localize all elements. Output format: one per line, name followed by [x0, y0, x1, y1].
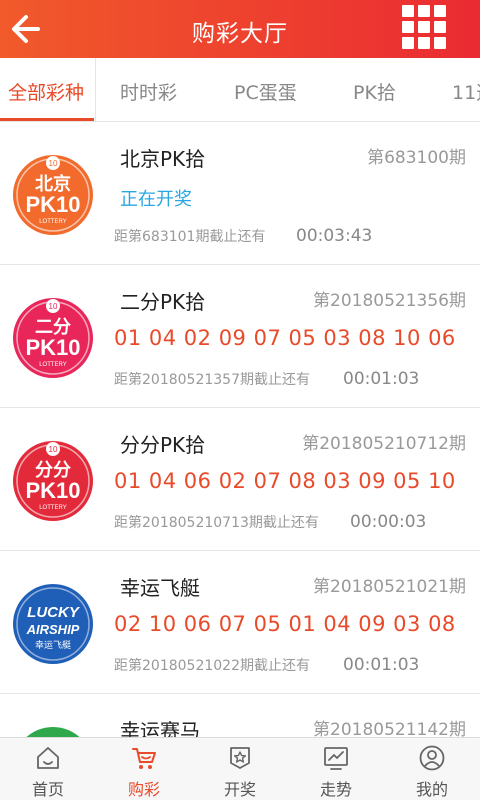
issue-number: 第20180521356期: [313, 291, 466, 311]
logo-sub-text: 幸运飞艇: [35, 639, 71, 651]
lottery-name: 幸运飞艇: [120, 576, 200, 600]
lottery-name: 幸运赛马: [120, 719, 200, 737]
lottery-name: 北京PK拾: [120, 147, 206, 171]
tab-11x5[interactable]: 11选: [452, 78, 480, 105]
2min-pk10-logo: 10 二分 PK10 LOTTERY: [12, 297, 94, 379]
countdown-time: 00:00:03: [350, 512, 427, 532]
countdown-label: 距第201805210713期截止还有: [114, 515, 319, 531]
draw-status: 正在开奖: [120, 189, 192, 210]
active-tab-indicator: [0, 118, 94, 121]
issue-number: 第20180521021期: [313, 577, 466, 597]
logo-badge: 10: [49, 302, 58, 311]
issue-number: 第20180521142期: [313, 720, 466, 737]
nav-profile[interactable]: 我的: [384, 738, 480, 800]
nav-results[interactable]: 开奖: [192, 738, 288, 800]
bottom-navigation: 首页 购彩 开奖 走势 我的: [0, 737, 480, 800]
tab-pk10[interactable]: PK拾: [353, 78, 396, 105]
draw-numbers: 01 04 06 02 07 08 03 09 05 10: [114, 469, 456, 493]
list-item-2min-pk10[interactable]: 10 二分 PK10 LOTTERY 二分PK拾 第20180521356期 0…: [0, 266, 480, 408]
list-item-1min-pk10[interactable]: 10 分分 PK10 LOTTERY 分分PK拾 第201805210712期 …: [0, 409, 480, 551]
beijing-pk10-logo: 10 北京 PK10 LOTTERY: [12, 154, 94, 236]
countdown-label: 距第20180521357期截止还有: [114, 372, 310, 388]
home-icon: [35, 745, 61, 771]
logo-sub-text: LOTTERY: [39, 219, 67, 225]
logo-badge: 10: [49, 445, 58, 454]
lucky-airship-logo: LUCKY AIRSHIP 幸运飞艇: [12, 583, 94, 665]
logo-badge: 10: [49, 159, 58, 168]
countdown-label: 距第683101期截止还有: [114, 229, 266, 245]
category-tabs: 全部彩种 时时彩 PC蛋蛋 PK拾 11选: [0, 58, 480, 122]
nav-buy-label: 购彩: [127, 780, 160, 799]
list-item-lucky-horse[interactable]: 幸运赛马 第20180521142期: [0, 695, 480, 737]
countdown-label: 距第20180521022期截止还有: [114, 658, 310, 674]
nav-home-label: 首页: [31, 780, 64, 799]
logo-top-text: LUCKY: [27, 604, 81, 621]
issue-number: 第683100期: [367, 148, 466, 168]
header-bar: 购彩大厅: [0, 0, 480, 58]
logo-main-text: PK10: [25, 478, 80, 503]
logo-main-text: PK10: [25, 335, 80, 360]
nav-trend-label: 走势: [319, 780, 352, 799]
countdown-time: 00:03:43: [296, 226, 373, 246]
cart-icon: [131, 745, 157, 771]
lottery-list: 10 北京 PK10 LOTTERY 北京PK拾 第683100期 正在开奖 距…: [0, 123, 480, 737]
logo-sub-text: LOTTERY: [39, 505, 67, 511]
tab-ssc[interactable]: 时时彩: [120, 78, 177, 105]
draw-numbers: 02 10 06 07 05 01 04 09 03 08: [114, 612, 456, 636]
lottery-name: 分分PK拾: [120, 433, 206, 457]
issue-number: 第201805210712期: [302, 434, 466, 454]
profile-icon: [419, 745, 445, 771]
1min-pk10-logo: 10 分分 PK10 LOTTERY: [12, 440, 94, 522]
lucky-horse-logo: [12, 726, 94, 737]
countdown-time: 00:01:03: [343, 655, 420, 675]
nav-buy[interactable]: 购彩: [96, 738, 192, 800]
trend-icon: [323, 745, 349, 771]
tab-divider: [95, 58, 96, 121]
nav-results-label: 开奖: [223, 780, 256, 799]
lottery-name: 二分PK拾: [120, 290, 206, 314]
nav-home[interactable]: 首页: [0, 738, 96, 800]
nav-profile-label: 我的: [415, 780, 448, 799]
logo-main-text: PK10: [25, 192, 80, 217]
countdown-time: 00:01:03: [343, 369, 420, 389]
lottery-hall-page: 购彩大厅 全部彩种 时时彩 PC蛋蛋 PK拾 11选 10 北京: [0, 0, 480, 800]
list-item-lucky-airship[interactable]: LUCKY AIRSHIP 幸运飞艇 幸运飞艇 第20180521021期 02…: [0, 552, 480, 694]
award-icon: [227, 745, 253, 771]
draw-numbers: 01 04 02 09 07 05 03 08 10 06: [114, 326, 456, 350]
tab-pcdd[interactable]: PC蛋蛋: [234, 78, 297, 105]
list-item-beijing-pk10[interactable]: 10 北京 PK10 LOTTERY 北京PK拾 第683100期 正在开奖 距…: [0, 123, 480, 265]
logo-main-text: AIRSHIP: [26, 622, 80, 637]
logo-sub-text: LOTTERY: [39, 362, 67, 368]
grid-menu-icon[interactable]: [402, 5, 450, 53]
nav-trend[interactable]: 走势: [288, 738, 384, 800]
tab-all[interactable]: 全部彩种: [8, 78, 84, 105]
